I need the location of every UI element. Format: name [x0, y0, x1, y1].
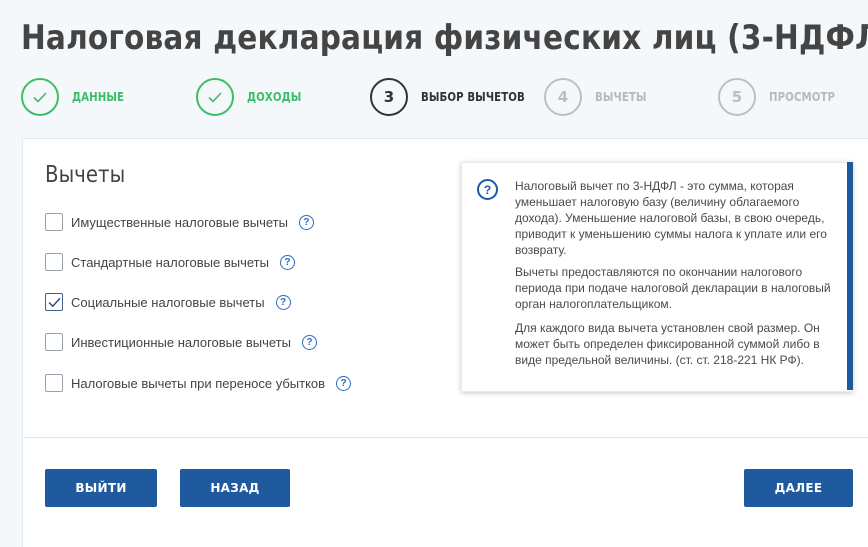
page-title: Налоговая декларация физических лиц (3-Н…	[21, 18, 868, 58]
checkmark-icon	[208, 91, 222, 103]
info-paragraph: Налоговый вычет по 3-НДФЛ - это сумма, к…	[515, 179, 827, 257]
step-3-label: ВЫБОР ВЫЧЕТОВ	[421, 90, 525, 104]
question-circle-icon: ?	[477, 179, 498, 200]
exit-button[interactable]: ВЫЙТИ	[45, 469, 157, 507]
deduction-item-standard[interactable]: Стандартные налоговые вычеты ?	[45, 252, 295, 272]
step-1-label: ДАННЫЕ	[72, 90, 125, 104]
deduction-label: Имущественные налоговые вычеты	[71, 214, 288, 230]
deduction-item-investment[interactable]: Инвестиционные налоговые вычеты ?	[45, 332, 317, 352]
step-2-circle	[196, 78, 234, 116]
deduction-label: Инвестиционные налоговые вычеты	[71, 334, 291, 350]
checkmark-icon	[47, 297, 61, 307]
deduction-label: Налоговые вычеты при переносе убытков	[71, 375, 326, 391]
section-title: Вычеты	[45, 162, 126, 188]
deduction-item-social[interactable]: Социальные налоговые вычеты ?	[45, 292, 291, 312]
step-5-circle: 5	[718, 78, 756, 116]
card-divider	[22, 437, 868, 438]
step-2-label: ДОХОДЫ	[247, 90, 302, 104]
question-circle-icon[interactable]: ?	[275, 294, 291, 310]
deduction-checkbox[interactable]	[45, 333, 63, 351]
deduction-checkbox[interactable]	[45, 213, 63, 231]
question-circle-icon[interactable]: ?	[336, 375, 352, 391]
step-deduction-choice[interactable]: 3 ВЫБОР ВЫЧЕТОВ	[370, 78, 543, 116]
deduction-label: Стандартные налоговые вычеты	[71, 254, 269, 270]
step-4-label: ВЫЧЕТЫ	[595, 90, 647, 104]
step-deductions[interactable]: 4 ВЫЧЕТЫ	[544, 78, 656, 116]
next-button[interactable]: ДАЛЕЕ	[744, 469, 853, 507]
deduction-item-property[interactable]: Имущественные налоговые вычеты ?	[45, 212, 314, 232]
info-paragraph: Вычеты предоставляются по окончании нало…	[515, 265, 831, 311]
step-5-label: ПРОСМОТР	[769, 90, 836, 104]
deduction-checkbox[interactable]	[45, 253, 63, 271]
step-review[interactable]: 5 ПРОСМОТР	[718, 78, 847, 116]
deduction-item-loss-carryover[interactable]: Налоговые вычеты при переносе убытков ?	[45, 373, 352, 393]
step-1-circle	[21, 78, 59, 116]
back-button[interactable]: НАЗАД	[180, 469, 290, 507]
deduction-checkbox[interactable]	[45, 374, 63, 392]
step-data[interactable]: ДАННЫЕ	[21, 78, 133, 116]
step-income[interactable]: ДОХОДЫ	[196, 78, 311, 116]
checkmark-icon	[33, 91, 47, 103]
question-circle-icon[interactable]: ?	[298, 214, 314, 230]
question-circle-icon[interactable]: ?	[279, 254, 295, 270]
question-circle-icon[interactable]: ?	[301, 334, 317, 350]
deduction-checkbox-checked[interactable]	[45, 293, 63, 311]
step-3-circle: 3	[370, 78, 408, 116]
info-paragraph: Для каждого вида вычета установлен свой …	[515, 321, 820, 367]
info-panel-accent-bar	[847, 162, 853, 390]
step-4-circle: 4	[544, 78, 582, 116]
deduction-label: Социальные налоговые вычеты	[71, 294, 265, 310]
